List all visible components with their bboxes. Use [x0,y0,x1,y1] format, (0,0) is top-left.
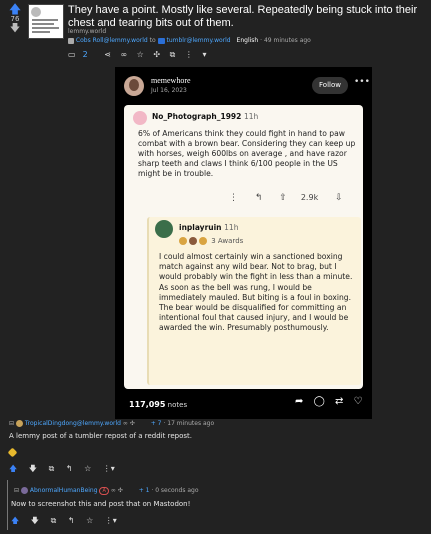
upvote-icon[interactable]: 🡅 [8,3,22,15]
post-title[interactable]: They have a point. Mostly like several. … [68,4,428,30]
comment-author[interactable]: AbnormalHumanBeing [30,487,98,494]
comment-count: 2 [82,50,88,59]
avatar [124,76,144,96]
reddit-username: No_Photograph_1992 [152,112,242,121]
avatar [68,37,74,44]
more-icon[interactable]: ⋮ [185,50,193,59]
tumblr-notes: 117,095 notes [129,400,187,409]
post-thumbnail[interactable] [28,4,64,39]
tumblr-blog-name: memewhore [151,76,191,85]
reddit-comment-card: No_Photograph_1992 11h 6% of Americans t… [124,105,363,389]
crosspost-icon[interactable]: ✣ [153,50,160,59]
post-time: · 49 minutes ago [260,37,311,44]
downvote-icon[interactable]: 🡇 [31,516,39,525]
star-icon[interactable]: ☆ [137,50,144,59]
star-icon[interactable]: ☆ [84,464,91,473]
link-icon[interactable]: ∞ [123,420,128,427]
avatar [20,487,28,494]
tumblr-date: Jul 16, 2023 [151,87,187,94]
upvote-icon[interactable]: 🡅 [9,464,17,473]
more-icon: ⋮ [229,193,238,203]
reddit-comment-bar: ⋮ ↰ ⇧ 2.9k ⇩ [229,193,359,203]
crosspost-icon[interactable]: ✣ [130,420,135,427]
post-language: English [236,37,259,44]
awards-label: 3 Awards [211,237,244,245]
upvote-icon[interactable]: 🡅 [11,516,19,525]
avatar [155,220,173,238]
downvote-icon: ⇩ [335,193,343,203]
upvote-icon: ⇧ [279,193,287,203]
star-icon[interactable]: ☆ [86,516,93,525]
award-icon [199,237,207,245]
comment-meta: ⊟ TropicalDingdong@lemmy.world ∞ ✣ + 7 ·… [9,420,214,427]
comment-actions: 🡅 🡇 ⧉ ↰ ☆ ⋮▾ [11,515,126,529]
pin-icon [7,447,18,458]
reddit-reply-username: inplayruin [179,223,222,232]
downvote-icon[interactable]: 🡇 [29,464,37,473]
expand-icon[interactable]: ▾ [202,50,206,59]
share-icon: ➦ [295,396,304,407]
share-icon[interactable]: ⋖ [104,50,111,59]
reddit-reply-card: inplayruin 11h 3 Awards I could almost c… [147,217,361,385]
post-meta: Cobs Roll@lemmy.world to tumblr@lemmy.wo… [68,37,311,44]
reddit-reply-age: 11h [224,223,239,232]
reddit-age: 11h [244,112,259,121]
comment-author[interactable]: TropicalDingdong@lemmy.world [25,420,121,427]
comment-time: · 17 minutes ago [163,420,215,427]
comments-button[interactable]: ▭ 2 [68,50,95,59]
reddit-reply-body: I could almost certainly win a sanctione… [159,252,353,333]
comment-score: + 7 [150,420,162,427]
copy-icon[interactable]: ⧉ [49,464,55,473]
reddit-user: No_Photograph_1992 11h [152,112,258,121]
comment-score: + 1 [138,487,150,494]
post-vote-column: 🡅 76 🡇 [8,3,22,34]
comment-icon: ▭ [68,50,76,59]
comment-actions: 🡅 🡇 ⧉ ↰ ☆ ⋮▾ [9,463,124,477]
copy-icon[interactable]: ⧉ [170,50,176,59]
notes-count: 117,095 [129,400,166,409]
tumblr-actions: ➦ ◯ ⇄ ♡ [295,396,370,407]
reddit-comment-body: 6% of Americans think they could fight i… [138,129,356,178]
heart-icon: ♡ [353,396,363,407]
crosspost-icon[interactable]: ✣ [118,487,123,494]
post-domain[interactable]: lemmy.world [68,28,106,35]
tumblr-screenshot[interactable]: memewhore Jul 16, 2023 Follow ••• No_Pho… [115,67,372,419]
link-icon[interactable]: ∞ [120,50,127,59]
collapse-icon[interactable]: ⊟ [9,420,14,427]
collapse-icon[interactable]: ⊟ [14,487,19,494]
reblog-icon: ⇄ [334,396,344,407]
notes-label: notes [167,401,188,409]
comment-body: A lemmy post of a tumbler repost of a re… [9,432,192,440]
meta-to: to [149,37,156,44]
community-icon [157,37,165,44]
more-icon[interactable]: ⋮▾ [105,516,117,525]
more-icon: ••• [354,77,370,87]
post-community[interactable]: tumblr@lemmy.world [167,37,231,44]
copy-icon[interactable]: ⧉ [51,516,57,525]
awards: 3 Awards [179,237,243,245]
link-icon[interactable]: ∞ [111,487,116,494]
reply-icon[interactable]: ↰ [66,464,73,473]
comment-body: Now to screenshot this and post that on … [11,500,191,508]
reddit-reply-user: inplayruin 11h [179,223,238,232]
avatar [133,111,147,125]
post-actions: ▭ 2 ⋖ ∞ ☆ ✣ ⧉ ⋮ ▾ [68,50,213,60]
avatar [15,420,23,427]
follow-button: Follow [312,77,348,94]
reply-icon[interactable]: ↰ [68,516,75,525]
comment-meta: ⊟ AbnormalHumanBeing A ∞ ✣ + 1 · 0 secon… [14,487,199,495]
reddit-votes: 2.9k [300,193,319,202]
thread-rail [7,480,8,530]
post-author[interactable]: Cobs Roll@lemmy.world [76,37,148,44]
comment-time: · 0 seconds ago [151,487,199,494]
downvote-icon[interactable]: 🡇 [8,24,22,34]
award-icon [179,237,187,245]
reply-icon: ↰ [254,193,263,203]
more-icon[interactable]: ⋮▾ [103,464,115,473]
author-badge: A [99,487,109,495]
award-icon [189,237,197,245]
comment-icon: ◯ [313,396,325,407]
